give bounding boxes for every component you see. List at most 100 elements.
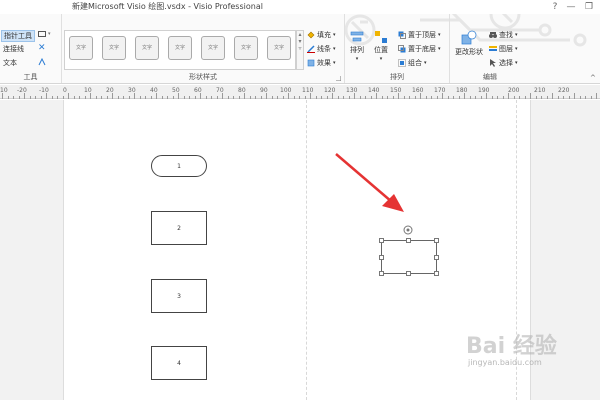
effects-button[interactable]: 效果 ▾ xyxy=(307,58,336,68)
ruler-tick xyxy=(238,96,240,99)
scroll-up-icon[interactable]: ▴ xyxy=(297,31,303,38)
ruler-tick xyxy=(260,96,262,99)
text-tool-label: 文本 xyxy=(3,59,17,67)
resize-handle[interactable] xyxy=(434,238,439,243)
ruler-tick xyxy=(205,96,207,99)
resize-handle[interactable] xyxy=(406,238,411,243)
ruler-tick xyxy=(541,96,542,99)
line-button[interactable]: 线条 ▾ xyxy=(307,44,336,54)
style-swatch[interactable]: 文字 xyxy=(135,36,159,60)
dialog-launcher-icon[interactable] xyxy=(336,76,341,81)
chevron-down-icon: ▾ xyxy=(333,60,336,66)
ruler-tick xyxy=(299,96,300,99)
connector-tool-button[interactable]: 连接线 xyxy=(3,44,24,54)
scroll-down-icon[interactable]: ▾ xyxy=(297,38,303,45)
ruler-tick xyxy=(387,96,388,99)
group-button[interactable]: 组合 ▾ xyxy=(398,58,427,68)
line-label: 线条 xyxy=(317,45,331,53)
gallery-scroll[interactable]: ▴ ▾ ▿ xyxy=(296,30,304,70)
ruler-label: 110 xyxy=(302,87,314,94)
terminator-shape[interactable]: 1 xyxy=(151,155,207,177)
connector-hook-button[interactable] xyxy=(38,58,46,66)
collapse-ribbon-icon[interactable]: ^ xyxy=(590,74,596,82)
ruler-tick xyxy=(475,96,476,99)
ruler-tick xyxy=(348,96,350,99)
ruler-tick xyxy=(497,96,498,99)
change-shape-button[interactable]: 更改形状 xyxy=(455,30,483,57)
chevron-down-icon: ▾ xyxy=(333,32,336,38)
pointer-tool-button[interactable]: 指针工具 xyxy=(1,30,35,42)
layers-icon xyxy=(489,46,497,51)
watermark-logo: Bai 经验 xyxy=(466,334,557,359)
fill-button[interactable]: 填充 ▾ xyxy=(307,30,336,40)
resize-handle[interactable] xyxy=(434,271,439,276)
resize-handle[interactable] xyxy=(379,238,384,243)
ruler-tick xyxy=(579,96,581,99)
group-icon xyxy=(398,59,406,67)
ruler-tick xyxy=(68,93,69,99)
ruler-tick xyxy=(332,93,333,99)
shape-style-gallery[interactable]: 文字 文字 文字 文字 文字 文字 文字 xyxy=(64,30,296,70)
position-label: 位置 xyxy=(374,46,388,54)
find-button[interactable]: 查找 ▾ xyxy=(489,30,518,40)
resize-handle[interactable] xyxy=(434,255,439,260)
ruler-tick xyxy=(596,93,597,99)
shape-label: 2 xyxy=(177,224,181,232)
ruler-tick xyxy=(590,96,592,99)
process-shape[interactable]: 4 xyxy=(151,346,207,380)
ruler-tick xyxy=(13,96,14,99)
resize-handle[interactable] xyxy=(379,255,384,260)
layers-button[interactable]: 图层 ▾ xyxy=(489,44,518,54)
send-to-back-button[interactable]: 置于底层 ▾ xyxy=(398,44,441,54)
style-swatch[interactable]: 文字 xyxy=(168,36,192,60)
selected-rectangle-shape[interactable] xyxy=(381,240,437,274)
ruler-label: 0 xyxy=(63,87,67,94)
rotation-handle-icon[interactable] xyxy=(402,224,414,236)
pointer-tool-label: 指针工具 xyxy=(4,32,32,40)
style-swatch[interactable]: 文字 xyxy=(201,36,225,60)
ruler-tick xyxy=(172,96,174,99)
gallery-expand-icon[interactable]: ▿ xyxy=(297,45,303,52)
ruler-tick xyxy=(90,93,91,99)
style-swatch[interactable]: 文字 xyxy=(234,36,258,60)
chevron-down-icon: ▾ xyxy=(379,56,383,62)
ruler-tick xyxy=(282,96,284,99)
bring-to-front-button[interactable]: 置于顶层 ▾ xyxy=(398,30,441,40)
resize-handle[interactable] xyxy=(406,271,411,276)
restore-button[interactable]: ❐ xyxy=(578,0,600,14)
shape-label: 4 xyxy=(177,359,181,367)
binoculars-icon xyxy=(489,32,497,38)
process-shape[interactable]: 2 xyxy=(151,211,207,245)
resize-handle[interactable] xyxy=(379,271,384,276)
close-x-icon: ✕ xyxy=(38,43,46,53)
ruler-tick xyxy=(354,93,355,99)
ruler-tick xyxy=(414,96,416,99)
edit-group-label: 编辑 xyxy=(483,73,497,81)
ruler-tick xyxy=(546,96,548,99)
ruler-tick xyxy=(288,93,289,99)
ruler-tick xyxy=(101,96,102,99)
style-swatch[interactable]: 文字 xyxy=(267,36,291,60)
ruler-tick xyxy=(51,96,53,99)
text-tool-button[interactable]: 文本 xyxy=(3,58,17,68)
connection-point-button[interactable]: ✕ xyxy=(38,43,46,53)
drawing-canvas[interactable]: 1 2 3 4 Bai 经验 jingyan.baidu.com xyxy=(0,100,600,400)
select-button[interactable]: 选择 ▾ xyxy=(489,58,518,68)
effects-icon xyxy=(307,59,315,67)
bring-to-front-label: 置于顶层 xyxy=(408,31,436,39)
style-swatch[interactable]: 文字 xyxy=(69,36,93,60)
ruler-label: 100 xyxy=(280,87,292,94)
ruler-tick xyxy=(249,96,251,99)
drawing-page[interactable] xyxy=(63,100,531,400)
align-button[interactable]: 排列 ▾ xyxy=(350,30,364,62)
align-icon xyxy=(350,31,364,42)
process-shape[interactable]: 3 xyxy=(151,279,207,313)
ruler-tick xyxy=(502,96,504,99)
ruler-tick xyxy=(84,96,86,99)
ruler-tick xyxy=(271,96,273,99)
rectangle-tool-button[interactable]: ▾ xyxy=(38,30,51,38)
ruler-label: 150 xyxy=(390,87,402,94)
position-button[interactable]: 位置 ▾ xyxy=(374,30,388,62)
change-shape-icon xyxy=(461,30,477,45)
style-swatch[interactable]: 文字 xyxy=(102,36,126,60)
